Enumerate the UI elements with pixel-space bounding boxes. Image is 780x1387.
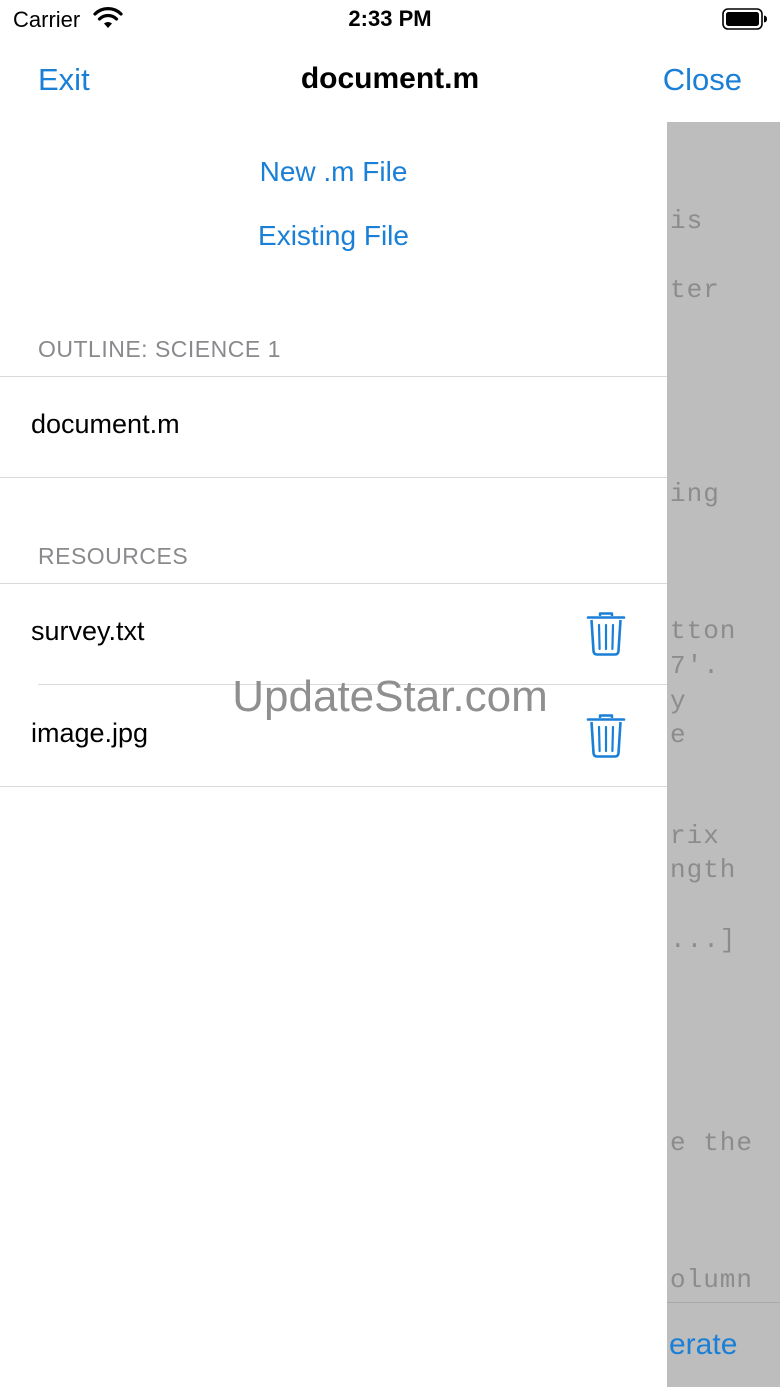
close-button[interactable]: Close	[663, 62, 742, 98]
list-item-label: image.jpg	[31, 718, 149, 748]
divider	[0, 477, 667, 478]
watermark: UpdateStar.com	[232, 672, 548, 721]
editor-line: is	[670, 206, 704, 236]
navigation-bar: Exit document.m Close	[0, 40, 780, 122]
editor-line: rix	[670, 821, 720, 851]
generate-button[interactable]: erate	[669, 1328, 737, 1362]
trash-icon[interactable]	[586, 611, 626, 657]
divider	[0, 786, 667, 787]
resource-item-survey[interactable]: survey.txt	[0, 583, 667, 684]
editor-line: tton	[670, 616, 737, 646]
editor-line: ngth	[670, 855, 737, 885]
outline-item-document[interactable]: document.m	[0, 376, 667, 477]
editor-line: e	[670, 720, 687, 750]
outline-section-header: OUTLINE: SCIENCE 1	[38, 336, 281, 362]
list-item-label: document.m	[31, 409, 180, 439]
editor-preview[interactable]: is ter ing tton 7'. y e rix ngth ...] e …	[667, 122, 780, 1387]
editor-line: ter	[670, 275, 720, 305]
resources-section-header: RESOURCES	[38, 543, 189, 569]
new-file-button[interactable]: New .m File	[0, 156, 667, 188]
file-drawer: New .m File Existing File OUTLINE: SCIEN…	[0, 122, 667, 1387]
editor-line: ...]	[670, 925, 737, 955]
list-item-label: survey.txt	[31, 616, 145, 646]
existing-file-button[interactable]: Existing File	[0, 220, 667, 252]
editor-toolbar-divider	[667, 1302, 780, 1303]
editor-line: e the	[670, 1128, 754, 1158]
battery-icon	[722, 8, 767, 30]
status-bar: Carrier 2:33 PM	[0, 0, 780, 40]
editor-line: olumn	[670, 1265, 754, 1295]
status-time: 2:33 PM	[348, 6, 432, 31]
editor-line: ing	[670, 479, 720, 509]
